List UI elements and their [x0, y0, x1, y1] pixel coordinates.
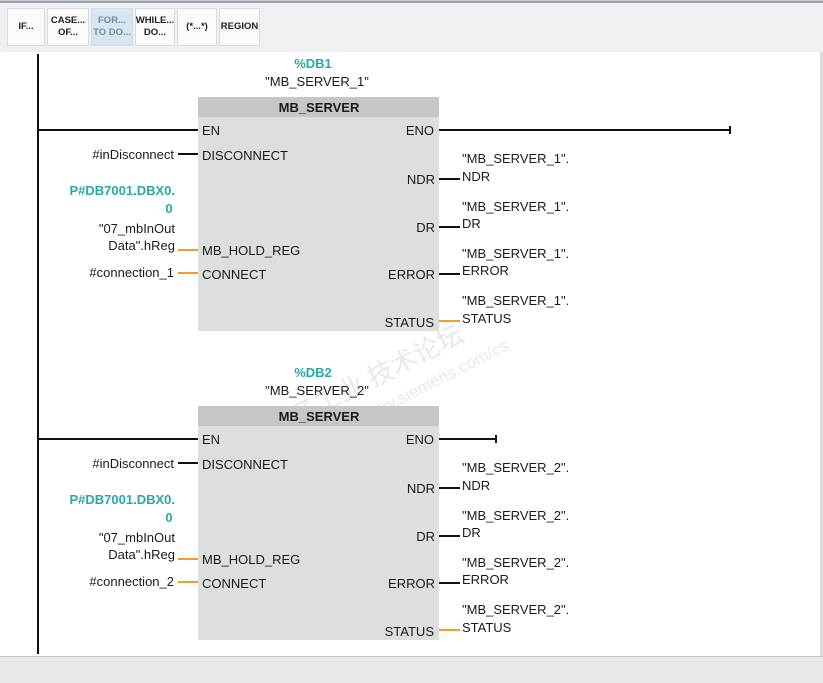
block2-status-operand-2[interactable]: STATUS [462, 620, 512, 635]
if-button-label: IF... [18, 21, 34, 32]
block2-dr-operand-2[interactable]: DR [462, 525, 481, 540]
block1-status-operand-1[interactable]: "MB_SERVER_1". [462, 293, 569, 308]
block1-pin-status: STATUS [385, 315, 435, 330]
if-button[interactable]: IF... [7, 8, 45, 46]
block1-type: MB_SERVER [279, 100, 360, 115]
block1-db-number: %DB1 [294, 56, 332, 71]
block2-hold-reg-operand-2[interactable]: Data".hReg [108, 547, 175, 562]
block2-pin-ndr: NDR [407, 481, 435, 496]
block1-ndr-operand-2[interactable]: NDR [462, 169, 490, 184]
block2-disconnect-operand[interactable]: #inDisconnect [92, 456, 174, 471]
block1-dr-operand-2[interactable]: DR [462, 216, 481, 231]
editor-status-bar [0, 656, 823, 683]
case-of-button[interactable]: CASE... OF... [47, 8, 89, 46]
block2-hold-reg-pointer-1[interactable]: P#DB7001.DBX0. [70, 492, 176, 507]
block2-error-operand-2[interactable]: ERROR [462, 572, 509, 587]
block1-pin-dr: DR [416, 220, 435, 235]
instruction-toolbar: IF... CASE... OF... FOR... TO DO... WHIL… [0, 0, 823, 53]
block2-ndr-operand-1[interactable]: "MB_SERVER_2". [462, 460, 569, 475]
block1-connect-operand[interactable]: #connection_1 [89, 265, 174, 280]
block1-hold-reg-pointer-2[interactable]: 0 [165, 201, 172, 216]
block1-pin-ndr: NDR [407, 172, 435, 187]
block2-pin-en: EN [202, 432, 220, 447]
comment-button[interactable]: (*...*) [177, 8, 217, 46]
block2-hold-reg-operand-1[interactable]: "07_mbInOut [99, 530, 176, 545]
block2-connect-operand[interactable]: #connection_2 [89, 574, 174, 589]
block2-instance-name: "MB_SERVER_2" [265, 383, 369, 398]
block1-pin-eno: ENO [406, 123, 434, 138]
for-to-do-button-line2: TO DO... [93, 27, 131, 38]
block2-pin-error: ERROR [388, 576, 435, 591]
block2-dr-operand-1[interactable]: "MB_SERVER_2". [462, 508, 569, 523]
block1-pin-mb-hold-reg: MB_HOLD_REG [202, 243, 300, 258]
block2-pin-mb-hold-reg: MB_HOLD_REG [202, 552, 300, 567]
block2-status-operand-1[interactable]: "MB_SERVER_2". [462, 602, 569, 617]
ladder-diagram: 西门子工业 技术论坛 support.industry.siemens.com/… [37, 54, 731, 654]
block1-ndr-operand-1[interactable]: "MB_SERVER_1". [462, 151, 569, 166]
ladder-editor-canvas[interactable]: 西门子工业 技术论坛 support.industry.siemens.com/… [3, 52, 823, 656]
block2-db-number: %DB2 [294, 365, 332, 380]
case-of-button-line1: CASE... [50, 15, 86, 26]
case-of-button-line2: OF... [57, 27, 79, 38]
while-do-button[interactable]: WHILE... DO... [135, 8, 175, 46]
block2-pin-eno: ENO [406, 432, 434, 447]
while-do-button-line2: DO... [143, 27, 167, 38]
block1-hold-reg-operand-1[interactable]: "07_mbInOut [99, 221, 176, 236]
block1-pin-disconnect: DISCONNECT [202, 148, 288, 163]
block2-hold-reg-pointer-2[interactable]: 0 [165, 510, 172, 525]
while-do-button-line1: WHILE... [135, 15, 175, 26]
block1-status-operand-2[interactable]: STATUS [462, 311, 512, 326]
toolbar-top-border [0, 1, 823, 3]
mb-server-block-1[interactable]: %DB1 "MB_SERVER_1" MB_SERVER EN ENO #inD… [38, 56, 731, 331]
block1-hold-reg-operand-2[interactable]: Data".hReg [108, 238, 175, 253]
block1-disconnect-operand[interactable]: #inDisconnect [92, 147, 174, 162]
mb-server-block-2[interactable]: %DB2 "MB_SERVER_2" MB_SERVER EN ENO #inD… [38, 365, 569, 640]
block2-pin-status: STATUS [385, 624, 435, 639]
block1-dr-operand-1[interactable]: "MB_SERVER_1". [462, 199, 569, 214]
block1-error-operand-2[interactable]: ERROR [462, 263, 509, 278]
block2-type: MB_SERVER [279, 409, 360, 424]
block2-error-operand-1[interactable]: "MB_SERVER_2". [462, 555, 569, 570]
block1-pin-en: EN [202, 123, 220, 138]
block2-ndr-operand-2[interactable]: NDR [462, 478, 490, 493]
block1-error-operand-1[interactable]: "MB_SERVER_1". [462, 246, 569, 261]
block1-pin-connect: CONNECT [202, 267, 266, 282]
block1-pin-error: ERROR [388, 267, 435, 282]
block1-instance-name: "MB_SERVER_1" [265, 74, 369, 89]
for-to-do-button-line1: FOR... [98, 15, 126, 26]
region-button-label: REGION [220, 21, 259, 32]
block2-body[interactable] [198, 406, 439, 640]
for-to-do-button[interactable]: FOR... TO DO... [91, 8, 133, 46]
block2-pin-dr: DR [416, 529, 435, 544]
region-button[interactable]: REGION [219, 8, 260, 46]
block2-pin-disconnect: DISCONNECT [202, 457, 288, 472]
comment-button-label: (*...*) [186, 21, 208, 32]
block2-pin-connect: CONNECT [202, 576, 266, 591]
block1-hold-reg-pointer-1[interactable]: P#DB7001.DBX0. [70, 183, 176, 198]
block1-body[interactable] [198, 97, 439, 331]
